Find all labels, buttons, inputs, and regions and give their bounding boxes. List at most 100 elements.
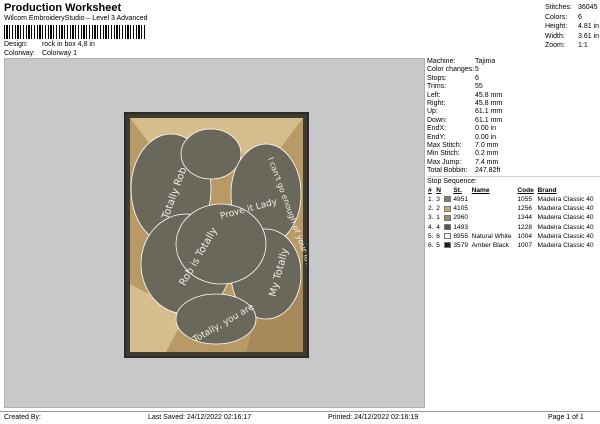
machine-property-row: Trims: 55 (427, 83, 600, 91)
machine-property-row: Left: 45.8 mm (427, 92, 600, 100)
stat-label: Height: (545, 23, 568, 30)
barcode (4, 25, 145, 39)
color-swatch (443, 213, 453, 222)
thread-code: 1055 (517, 196, 533, 204)
design-row: Design: rock in box 4,8 in (4, 41, 95, 48)
row-index: 5. (428, 232, 434, 240)
property-value: 6 (475, 74, 479, 82)
property-label: Total Bobbin: (427, 167, 468, 175)
thread-name: Amber Black (471, 242, 509, 249)
machine-property-row: EndX: 0.00 in (427, 125, 600, 133)
row-index: 3. (428, 214, 434, 222)
colorway-label: Colorway: (4, 50, 36, 57)
thread-brand: Madeira Classic 40 (537, 242, 594, 249)
stat-label: Zoom: (545, 42, 565, 49)
stat-row: Height: 4.81 in (545, 22, 600, 32)
property-label: Up: (427, 108, 438, 116)
row-index: 4. (428, 223, 434, 231)
colorway-row: Colorway: Colorway 1 (4, 50, 77, 57)
design-preview-canvas[interactable]: Totally Rob I can't go enough of your lo… (4, 58, 425, 408)
property-value: 0.2 mm (475, 150, 499, 158)
property-value: 45.8 mm (475, 91, 503, 99)
thread-code: 1004 (517, 232, 533, 240)
needle-number: 6 (436, 232, 440, 240)
machine-property-row: Up: 61.1 mm (427, 108, 600, 116)
stat-value: 3.61 in (578, 32, 600, 40)
machine-property-row: Stops: 6 (427, 75, 600, 83)
stitch-count: 4951 (453, 196, 469, 204)
thread-code: 1007 (517, 242, 533, 249)
page-title: Production Worksheet (4, 2, 122, 14)
needle-number: 3 (436, 196, 440, 204)
property-label: EndY: (427, 133, 446, 141)
thread-name (471, 213, 517, 222)
thread-color-swatch (443, 233, 451, 240)
needle-number: 1 (436, 214, 440, 222)
table-row: 4. 4 1493 1228 Madeira Classic 40 (427, 223, 600, 232)
property-label: Color changes: (427, 66, 475, 74)
property-value: 247.82ft (475, 167, 501, 175)
property-label: Stops: (427, 74, 447, 82)
machine-property-row: Min Stitch: 0.2 mm (427, 150, 600, 158)
property-value: 5 (475, 66, 479, 74)
property-value: Tajima (475, 58, 496, 65)
stitch-count: 4105 (453, 205, 469, 213)
machine-property-row: Max Jump: 7.4 mm (427, 159, 600, 167)
divider (427, 176, 600, 178)
property-value: 0.00 in (475, 133, 497, 141)
thread-brand: Madeira Classic 40 (537, 196, 594, 204)
property-value: 45.8 mm (475, 99, 503, 107)
table-row: 6. 5 3579 Amber Black 1007 Madeira Classic 40 (427, 241, 600, 250)
col-header: Name (471, 187, 490, 195)
page-number: Page 1 of 1 (548, 414, 584, 421)
property-value: 61.1 mm (475, 116, 503, 124)
thread-name (471, 204, 517, 213)
last-saved: Last Saved: 24/12/2022 02:16:17 (148, 414, 252, 421)
property-label: Max Stitch: (427, 141, 462, 149)
stat-row: Stitches: 36045 (545, 3, 600, 13)
col-header: Code (517, 187, 534, 195)
thread-brand: Madeira Classic 40 (537, 223, 594, 231)
thread-color-swatch (443, 223, 451, 230)
thread-code: 1256 (517, 205, 533, 213)
machine-info-panel: Machine: Tajima Color changes:5 Stops: 6 Trim… (427, 58, 600, 408)
machine-property-row: Right: 45.8 mm (427, 100, 600, 108)
color-swatch (443, 223, 453, 232)
row-index: 6. (428, 242, 434, 249)
machine-property-row: EndY: 0.00 in (427, 134, 600, 142)
table-header-row: # N St. Name Code Brand (427, 186, 600, 195)
design-stats: Stitches: 36045 Colors: 6 Height: 4.81 in W… (545, 3, 600, 51)
stop-sequence-title: Stop Sequence: (427, 178, 477, 186)
colorway-value: Colorway 1 (41, 50, 77, 57)
thread-color-swatch (443, 205, 451, 212)
property-label: Min Stitch: (427, 150, 460, 158)
property-value: 7.4 mm (475, 158, 499, 166)
col-header-swatch (443, 186, 453, 195)
property-value: 55 (475, 83, 483, 91)
col-header: St. (453, 187, 462, 195)
machine-property-row: Color changes:5 (427, 66, 600, 74)
table-row: 1. 3 4951 1055 Madeira Classic 40 (427, 195, 600, 204)
stat-row: Width: 3.61 in (545, 32, 600, 42)
thread-brand: Madeira Classic 40 (537, 214, 594, 222)
stop-sequence-body: 1. 3 4951 1055 Madeira Classic 40 2. 2 4105 1256… (427, 195, 600, 250)
embroidery-design[interactable]: Totally Rob I can't go enough of your lo… (124, 112, 325, 358)
needle-number: 4 (436, 223, 440, 231)
software-subtitle: Wilcom EmbroideryStudio – Level 3 Advanc… (4, 15, 148, 22)
thread-color-swatch (443, 242, 451, 249)
row-index: 1. (428, 196, 434, 204)
thread-brand: Madeira Classic 40 (537, 232, 594, 240)
thread-code: 1228 (517, 223, 533, 231)
needle-number: 2 (436, 205, 440, 213)
thread-brand: Madeira Classic 40 (537, 205, 594, 213)
stat-value: 1:1 (578, 42, 588, 49)
stitch-count: 3579 (453, 242, 469, 249)
machine-property-row: Total Bobbin: 247.82ft (427, 167, 600, 175)
worksheet-header: Production Worksheet Wilcom EmbroiderySt… (0, 0, 600, 58)
stat-row: Zoom: 1:1 (545, 41, 600, 51)
stat-value: 6 (578, 13, 582, 21)
stitch-count: 2960 (453, 214, 469, 222)
property-label: Down: (427, 116, 447, 124)
stat-label: Colors: (545, 13, 568, 21)
printed-date: Printed: 24/12/2022 02:16:19 (328, 414, 419, 421)
